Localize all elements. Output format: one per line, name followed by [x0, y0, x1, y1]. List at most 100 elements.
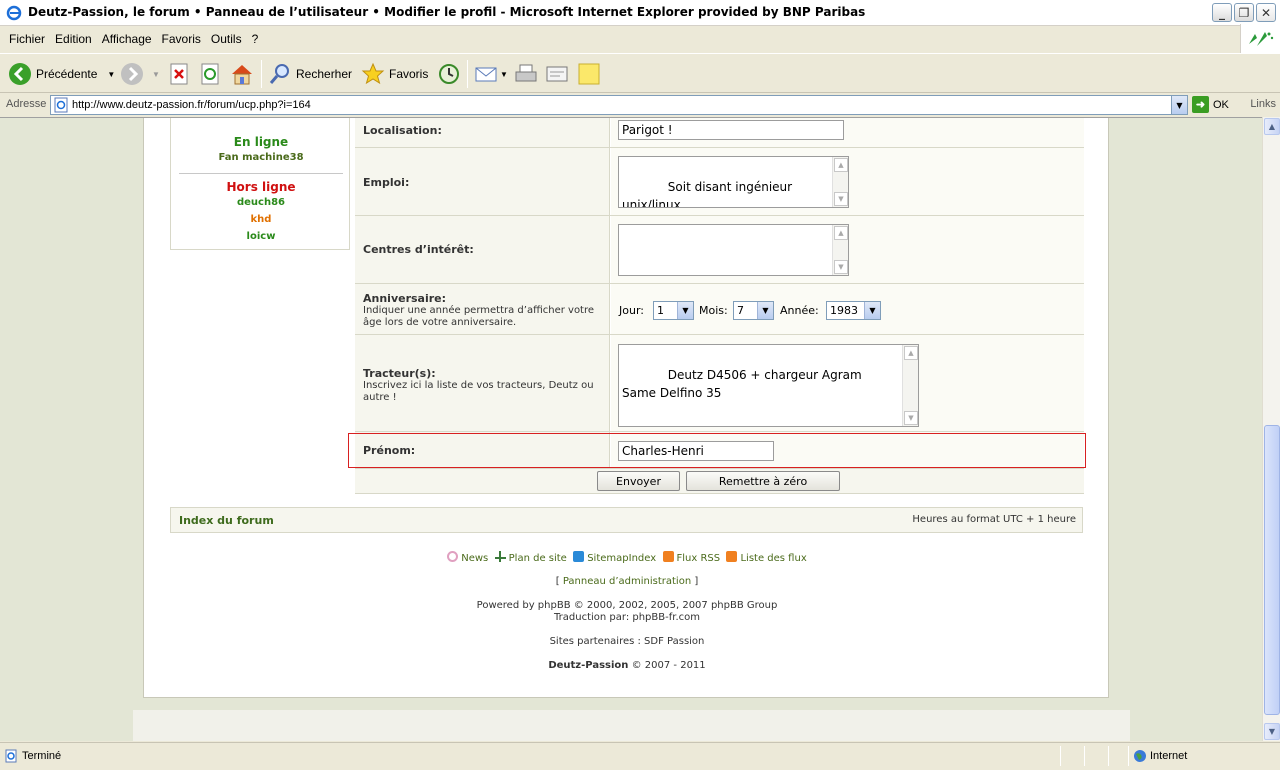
menu-outils[interactable]: Outils — [206, 32, 247, 46]
label-cell: Tracteur(s): Inscrivez ici la liste de v… — [355, 335, 610, 431]
brand-name: Deutz-Passion — [548, 660, 629, 671]
scroll-up-icon[interactable]: ▲ — [834, 158, 848, 172]
scroll-down-icon[interactable]: ▼ — [1264, 723, 1280, 740]
sitemap-link[interactable]: Plan de site — [509, 553, 567, 564]
mois-value: 7 — [737, 304, 744, 317]
maximize-button[interactable]: ❐ — [1234, 3, 1254, 22]
highlight-box — [348, 433, 1086, 468]
toolbar-separator — [467, 60, 468, 88]
go-button[interactable]: ➜ OK — [1192, 96, 1229, 113]
sitemap-index-link[interactable]: SitemapIndex — [587, 553, 656, 564]
scroll-down-icon[interactable]: ▼ — [834, 260, 848, 274]
scroll-down-icon[interactable]: ▼ — [904, 411, 918, 425]
offline-user-khd[interactable]: khd — [171, 214, 351, 225]
textarea-scrollbar[interactable]: ▲ ▼ — [902, 345, 918, 426]
page-viewport: En ligne Fan machine38 Hors ligne deuch8… — [0, 117, 1262, 741]
online-user[interactable]: Fan machine38 — [171, 152, 351, 163]
offline-user-deuch86[interactable]: deuch86 — [171, 197, 351, 208]
online-title: En ligne — [171, 135, 351, 149]
chevron-down-icon[interactable]: ▼ — [677, 302, 693, 319]
refresh-icon — [201, 63, 219, 85]
label-cell: Centres d’intérêt: — [355, 216, 610, 283]
minimize-icon: _ — [1219, 5, 1225, 20]
chevron-down-icon[interactable]: ▼ — [500, 70, 508, 79]
admin-line: [ Panneau d’administration ] — [144, 576, 1110, 587]
history-button[interactable] — [437, 59, 461, 89]
localisation-label: Localisation: — [363, 124, 442, 137]
row-anniversaire: Anniversaire: Indiquer une année permett… — [355, 284, 1084, 335]
chevron-down-icon[interactable]: ▼ — [757, 302, 773, 319]
index-link[interactable]: Index du forum — [179, 514, 274, 527]
print-button[interactable] — [514, 59, 538, 89]
menu-fichier[interactable]: Fichier — [4, 32, 50, 46]
mois-select[interactable]: 7 ▼ — [733, 301, 774, 320]
feed-list-link[interactable]: Liste des flux — [740, 553, 806, 564]
textarea-scrollbar[interactable]: ▲ ▼ — [832, 225, 848, 275]
mail-button[interactable]: ▼ — [474, 59, 508, 89]
jour-label: Jour: — [619, 304, 644, 317]
favorites-button[interactable]: Favoris — [361, 59, 428, 89]
minimize-button[interactable]: _ — [1212, 3, 1232, 22]
scroll-up-icon[interactable]: ▲ — [1264, 118, 1280, 135]
chevron-down-icon: ▼ — [1176, 100, 1183, 110]
forward-button[interactable]: ▼ — [120, 59, 160, 89]
anniversaire-label: Anniversaire: — [363, 292, 447, 305]
jour-select[interactable]: 1 ▼ — [653, 301, 694, 320]
localisation-input[interactable]: Parigot ! — [618, 120, 844, 140]
home-button[interactable] — [230, 59, 254, 89]
offline-user-loicw[interactable]: loicw — [171, 231, 351, 242]
annee-select[interactable]: 1983 ▼ — [826, 301, 881, 320]
anniversaire-help: Indiquer une année permettra d’afficher … — [363, 305, 595, 328]
scroll-up-icon[interactable]: ▲ — [834, 226, 848, 240]
toolbar: Précédente ▼ ▼ Recherher Favoris ▼ — [0, 53, 1280, 93]
row-localisation: Localisation: Parigot ! — [355, 118, 1084, 148]
scroll-down-icon[interactable]: ▼ — [834, 192, 848, 206]
status-text: Terminé — [22, 750, 62, 762]
chevron-down-icon[interactable]: ▼ — [864, 302, 880, 319]
globe-icon — [1134, 750, 1146, 762]
security-zone: Internet — [1150, 750, 1188, 762]
value-cell: Deutz D4506 + chargeur Agram Same Delfin… — [611, 335, 1084, 431]
rss-link[interactable]: Flux RSS — [677, 553, 721, 564]
scrollbar-thumb[interactable] — [1264, 425, 1280, 715]
status-separator — [1084, 746, 1085, 766]
scroll-up-icon[interactable]: ▲ — [904, 346, 918, 360]
tracteurs-label: Tracteur(s): — [363, 367, 436, 380]
back-button[interactable]: Précédente ▼ — [8, 59, 115, 89]
links-toolbar[interactable]: Links — [1250, 98, 1276, 110]
search-button[interactable]: Recherher — [268, 59, 352, 89]
forum-navbar: Index du forum Heures au format UTC + 1 … — [170, 507, 1083, 533]
news-link[interactable]: News — [461, 553, 488, 564]
menu-help[interactable]: ? — [247, 32, 264, 46]
page-done-icon — [5, 749, 17, 763]
refresh-button[interactable] — [199, 59, 221, 89]
sticky-note-icon — [578, 63, 600, 85]
edit-button[interactable] — [545, 59, 569, 89]
address-input[interactable]: http://www.deutz-passion.fr/forum/ucp.ph… — [50, 95, 1188, 115]
stop-icon — [170, 63, 188, 85]
partners-text: Sites partenaires : SDF Passion — [549, 636, 705, 647]
close-button[interactable]: ✕ — [1256, 3, 1276, 22]
menu-edition[interactable]: Edition — [50, 32, 97, 46]
restore-icon: ❐ — [1238, 5, 1250, 20]
submit-button[interactable]: Envoyer — [597, 471, 680, 491]
chevron-down-icon[interactable]: ▼ — [107, 70, 115, 79]
forward-arrow-icon — [121, 63, 143, 85]
notes-button[interactable] — [577, 59, 601, 89]
menu-bar: Fichier Edition Affichage Favoris Outils… — [0, 27, 1240, 51]
menu-affichage[interactable]: Affichage — [97, 32, 157, 46]
stop-button[interactable] — [168, 59, 190, 89]
textarea-scrollbar[interactable]: ▲ ▼ — [832, 157, 848, 207]
row-buttons: Envoyer Remettre à zéro — [355, 469, 1084, 494]
reset-button[interactable]: Remettre à zéro — [686, 471, 840, 491]
emploi-textarea[interactable]: Soit disant ingénieur unix/linux ... ▲ ▼ — [618, 156, 849, 208]
interets-textarea[interactable]: ▲ ▼ — [618, 224, 849, 276]
home-icon — [232, 65, 252, 85]
admin-panel-link[interactable]: Panneau d’administration — [563, 576, 691, 587]
page-scrollbar[interactable]: ▲ ▼ — [1262, 117, 1280, 741]
menu-favoris[interactable]: Favoris — [157, 32, 206, 46]
chevron-down-icon[interactable]: ▼ — [152, 70, 160, 79]
address-dropdown-button[interactable]: ▼ — [1171, 96, 1187, 114]
tracteurs-textarea[interactable]: Deutz D4506 + chargeur Agram Same Delfin… — [618, 344, 919, 427]
star-icon — [361, 62, 385, 85]
